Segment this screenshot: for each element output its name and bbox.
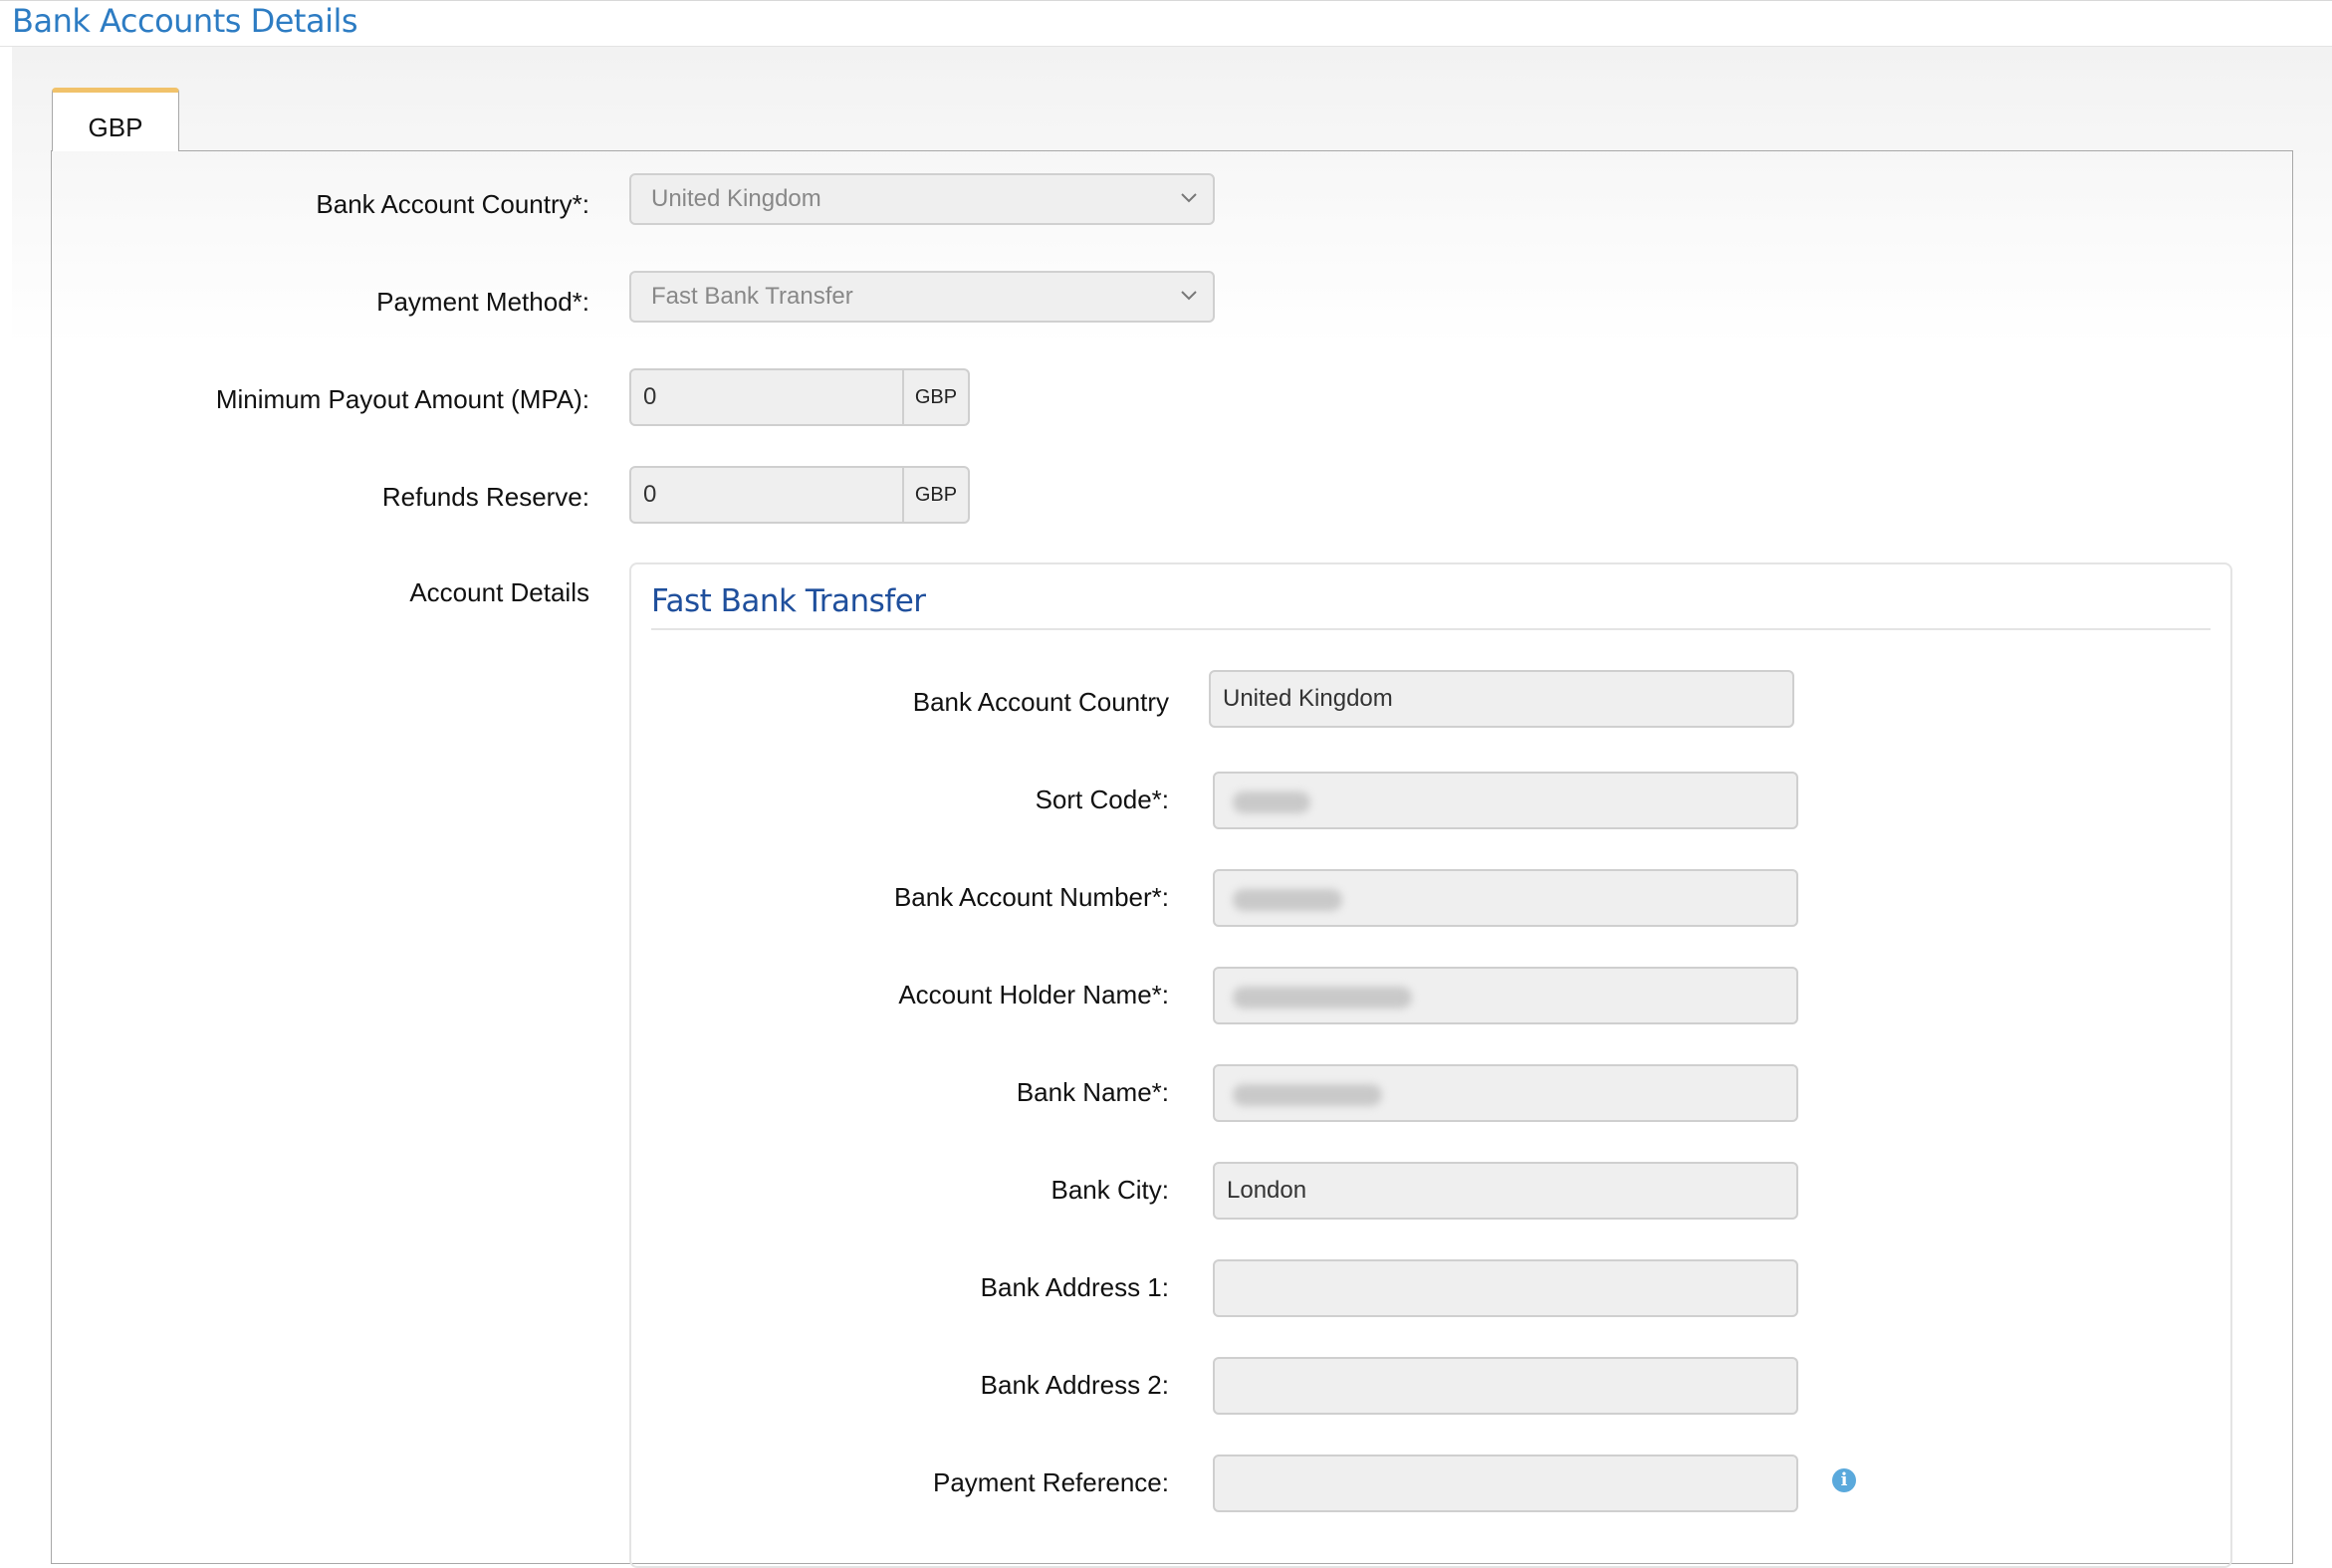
top-border: [0, 0, 2332, 1]
account-details-label: Account Details: [409, 577, 589, 607]
chevron-down-icon: [1181, 193, 1197, 203]
payment-reference-input[interactable]: [1213, 1455, 1798, 1512]
page-title: Bank Accounts Details: [12, 2, 358, 40]
bank-name-label: Bank Name*:: [1016, 1077, 1169, 1107]
bank-name-input[interactable]: [1213, 1064, 1798, 1122]
bank-address-1-input[interactable]: [1213, 1259, 1798, 1317]
sort-code-input[interactable]: [1213, 772, 1798, 829]
minimum-payout-currency: GBP: [902, 368, 970, 426]
minimum-payout-input[interactable]: 0: [629, 368, 904, 426]
payment-method-value: Fast Bank Transfer: [651, 283, 853, 310]
refunds-reserve-label: Refunds Reserve:: [381, 482, 589, 512]
minimum-payout-label: Minimum Payout Amount (MPA):: [215, 384, 589, 414]
redacted-value: [1233, 791, 1310, 813]
sort-code-label: Sort Code*:: [1035, 784, 1169, 814]
bank-address-1-label: Bank Address 1:: [980, 1272, 1169, 1302]
info-icon[interactable]: i: [1832, 1468, 1856, 1492]
bank-account-country-label: Bank Account Country*:: [316, 189, 589, 219]
account-holder-name-input[interactable]: [1213, 967, 1798, 1024]
refunds-reserve-input[interactable]: 0: [629, 466, 904, 524]
bank-account-number-input[interactable]: [1213, 869, 1798, 927]
bank-account-country-select[interactable]: United Kingdom: [629, 173, 1215, 225]
redacted-value: [1233, 987, 1412, 1008]
chevron-down-icon: [1181, 291, 1197, 301]
bank-city-input[interactable]: London: [1213, 1162, 1798, 1220]
bank-address-2-input[interactable]: [1213, 1357, 1798, 1415]
bank-address-2-label: Bank Address 2:: [980, 1370, 1169, 1400]
refunds-reserve-currency: GBP: [902, 466, 970, 524]
ad-bank-account-country-input[interactable]: United Kingdom: [1209, 670, 1794, 728]
account-details-title: Fast Bank Transfer: [651, 583, 926, 619]
payment-method-select[interactable]: Fast Bank Transfer: [629, 271, 1215, 323]
payment-method-label: Payment Method*:: [376, 287, 589, 317]
bank-city-label: Bank City:: [1050, 1175, 1170, 1205]
redacted-value: [1233, 889, 1342, 911]
redacted-value: [1233, 1084, 1382, 1106]
payment-reference-label: Payment Reference:: [932, 1467, 1169, 1497]
account-holder-name-label: Account Holder Name*:: [898, 980, 1169, 1009]
bank-account-number-label: Bank Account Number*:: [893, 882, 1169, 912]
account-details-divider: [651, 628, 2211, 630]
tab-gbp[interactable]: GBP: [52, 88, 179, 151]
ad-bank-account-country-label: Bank Account Country: [912, 687, 1169, 717]
bank-account-country-value: United Kingdom: [651, 185, 821, 212]
